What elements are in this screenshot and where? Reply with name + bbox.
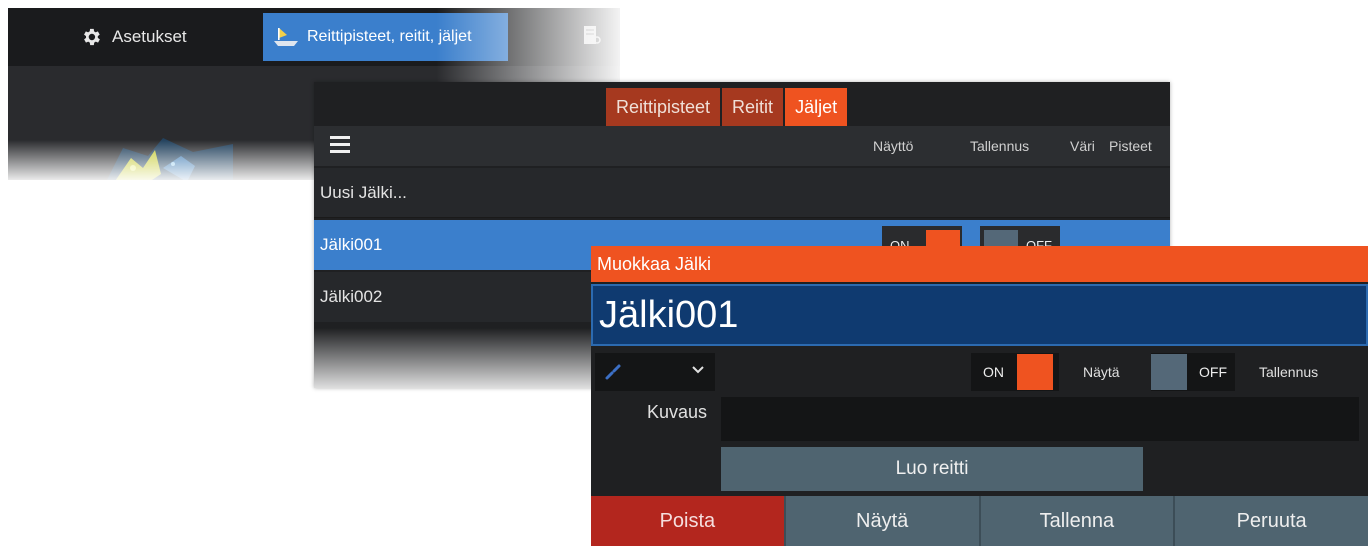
chevron-down-icon — [692, 366, 704, 374]
tab-waypoints[interactable]: Reittipisteet — [606, 88, 721, 126]
record-toggle[interactable]: OFF — [1151, 353, 1235, 391]
show-button[interactable]: Näytä — [783, 496, 979, 546]
toggle-knob — [1017, 354, 1053, 390]
column-record: Tallennus — [970, 138, 1030, 154]
track-name-field[interactable]: Jälki001 — [591, 284, 1368, 346]
controls-row: ON Näytä OFF Tallennus — [591, 349, 1368, 393]
tab-bar: Reittipisteet Reitit Jäljet — [606, 88, 848, 126]
tab-routes[interactable]: Reitit — [722, 88, 784, 126]
settings-button[interactable]: Asetukset — [80, 22, 187, 52]
dialog-footer: Poista Näytä Tallenna Peruuta — [591, 496, 1368, 546]
menu-icon[interactable] — [330, 136, 350, 154]
dialog-title: Muokkaa Jälki — [591, 246, 1368, 282]
edit-track-dialog: Muokkaa Jälki Jälki001 ON Näytä OFF Tall… — [591, 246, 1368, 546]
color-select[interactable] — [595, 353, 715, 391]
settings-label: Asetukset — [112, 27, 187, 46]
column-points: Pisteet — [1109, 138, 1152, 154]
track-name: Jälki002 — [320, 287, 383, 306]
create-route-button[interactable]: Luo reitti — [721, 447, 1143, 491]
waypoints-routes-tracks-button[interactable]: Reittipisteet, reitit, jäljet — [263, 13, 508, 61]
new-track-label: Uusi Jälki... — [320, 182, 407, 202]
list-header: Näyttö Tallennus Väri Pisteet — [314, 126, 1170, 166]
description-input[interactable] — [721, 397, 1359, 441]
toggle-knob — [1151, 354, 1187, 390]
column-display: Näyttö — [873, 138, 914, 154]
waypoint-boat-icon — [274, 28, 298, 46]
track-name: Jälki001 — [320, 235, 383, 254]
show-toggle-label: Näytä — [1083, 364, 1120, 380]
chain-link-icon — [605, 364, 621, 380]
chart-thumbnail — [107, 138, 233, 180]
new-track-item[interactable]: Uusi Jälki... — [314, 168, 1170, 218]
delete-button[interactable]: Poista — [591, 496, 784, 546]
description-label: Kuvaus — [647, 402, 708, 422]
show-toggle[interactable]: ON — [971, 353, 1059, 391]
gear-icon — [84, 28, 100, 46]
top-bar: Asetukset Reittipisteet, reitit, jäljet — [8, 8, 620, 66]
column-color: Väri — [1070, 138, 1095, 154]
cancel-button[interactable]: Peruuta — [1173, 496, 1368, 546]
record-toggle-label: Tallennus — [1259, 364, 1319, 380]
show-toggle-state: ON — [983, 364, 1004, 380]
save-button[interactable]: Tallenna — [978, 496, 1174, 546]
storage-icon[interactable] — [582, 24, 602, 48]
waypoints-label: Reittipisteet, reitit, jäljet — [307, 28, 472, 45]
tab-tracks[interactable]: Jäljet — [785, 88, 848, 126]
record-toggle-state: OFF — [1199, 364, 1227, 380]
